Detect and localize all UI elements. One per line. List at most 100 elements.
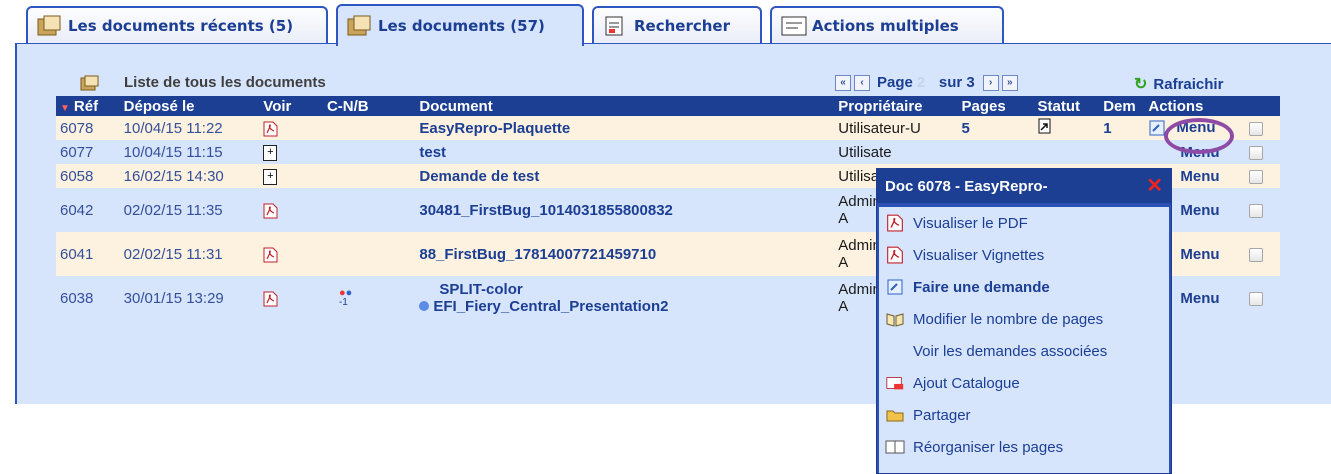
row-owner: Utilisateur-U [834, 116, 958, 140]
row-date: 10/04/15 11:15 [119, 140, 260, 164]
row-ref: 6058 [56, 164, 120, 188]
document-icon[interactable]: + [263, 168, 278, 185]
row-checkbox[interactable] [1249, 145, 1263, 160]
document-link[interactable]: SPLIT-color EFI_Fiery_Central_Presentati… [415, 276, 835, 320]
book-icon [886, 313, 904, 327]
tab-search[interactable]: Rechercher [592, 6, 762, 44]
col-select [1245, 96, 1280, 116]
pdf-icon[interactable] [263, 121, 278, 137]
document-link[interactable]: EasyRepro-Plaquette [415, 116, 835, 140]
pdf-icon[interactable] [263, 291, 278, 307]
pdf-icon [887, 246, 903, 264]
menu-link[interactable]: Menu [1180, 168, 1219, 185]
menu-item-related-requests[interactable]: Voir les demandes associées [879, 335, 1169, 367]
col-dem[interactable]: Dem [1099, 96, 1145, 116]
row-pages[interactable]: 5 [957, 116, 1034, 140]
color-dots-icon: ●● [338, 287, 353, 299]
blank-icon [885, 342, 905, 360]
col-date[interactable]: Déposé le [119, 96, 260, 116]
reorder-pages-icon [885, 440, 905, 454]
view-cell [259, 116, 323, 140]
document-link[interactable]: Demande de test [415, 164, 835, 188]
document-line-2: EFI_Fiery_Central_Presentation2 [419, 298, 830, 315]
close-icon[interactable]: ✕ [1146, 173, 1163, 198]
menu-item-view-pdf[interactable]: Visualiser le PDF [879, 207, 1169, 239]
refresh-button[interactable]: ↻ Rafraichir [1134, 74, 1223, 94]
menu-item-label: Réorganiser les pages [913, 438, 1064, 456]
menu-item-edit-page-count[interactable]: Modifier le nombre de pages [879, 303, 1169, 335]
document-link[interactable]: test [415, 140, 835, 164]
page-total: sur 3 [938, 74, 975, 91]
request-icon [887, 279, 903, 295]
dem-cell [1099, 140, 1145, 164]
next-page-button[interactable]: › [982, 74, 999, 91]
view-cell: + [259, 140, 323, 164]
document-icon[interactable]: + [263, 144, 278, 161]
row-checkbox[interactable] [1249, 247, 1263, 262]
folder-icon [886, 410, 904, 422]
status-doc-icon [1038, 118, 1050, 134]
row-checkbox[interactable] [1249, 169, 1263, 184]
col-document[interactable]: Document [415, 96, 835, 116]
document-context-menu: Doc 6078 - EasyRepro- ✕ Visualiser le PD… [876, 168, 1172, 474]
last-page-button[interactable]: » [1001, 74, 1018, 91]
menu-item-share[interactable]: Partager [879, 399, 1169, 431]
row-ref: 6078 [56, 116, 120, 140]
documents-recent-icon [36, 15, 62, 37]
menu-item-view-thumbnails[interactable]: Visualiser Vignettes [879, 239, 1169, 271]
select-cell [1245, 232, 1280, 276]
tab-recent-documents[interactable]: Les documents récents (5) [26, 6, 328, 44]
row-ref: 6038 [56, 276, 120, 320]
select-cell [1245, 188, 1280, 232]
cnb-cell [322, 116, 416, 140]
tab-multiple-actions[interactable]: Actions multiples [770, 6, 1004, 44]
col-owner[interactable]: Propriétaire [834, 96, 958, 116]
menu-link[interactable]: Menu [1180, 202, 1219, 219]
table-row[interactable]: 6078 10/04/15 11:22 EasyRepro-Plaquette … [56, 116, 1280, 140]
col-status[interactable]: Statut [1033, 96, 1100, 116]
pdf-icon[interactable] [263, 203, 278, 219]
cnb-cell [322, 188, 416, 232]
row-checkbox[interactable] [1249, 291, 1263, 306]
row-ref: 6041 [56, 232, 120, 276]
menu-item-label: Ajout Catalogue [913, 374, 1020, 392]
menu-item-label: Visualiser le PDF [913, 214, 1028, 232]
col-pages[interactable]: Pages [957, 96, 1034, 116]
pdf-icon [887, 214, 903, 232]
row-date: 02/02/15 11:31 [119, 232, 260, 276]
prev-page-button[interactable]: ‹ [854, 74, 870, 91]
row-date: 02/02/15 11:35 [119, 188, 260, 232]
tab-label: Rechercher [634, 17, 731, 35]
row-dem[interactable]: 1 [1099, 116, 1145, 140]
info-icon [419, 301, 430, 311]
menu-item-reorder-pages[interactable]: Réorganiser les pages [879, 431, 1169, 463]
menu-item-make-request[interactable]: Faire une demande [879, 271, 1169, 303]
col-voir: Voir [259, 96, 323, 116]
tab-label: Les documents récents (5) [68, 17, 294, 35]
select-cell [1245, 276, 1280, 320]
refresh-label: Rafraichir [1153, 75, 1224, 93]
documents-icon [346, 15, 372, 37]
menu-link[interactable]: Menu [1180, 290, 1219, 307]
menu-item-add-catalogue[interactable]: Ajout Catalogue [879, 367, 1169, 399]
list-caption: Liste de tous les documents [80, 74, 326, 91]
row-ref: 6042 [56, 188, 120, 232]
row-ref: 6077 [56, 140, 120, 164]
row-checkbox[interactable] [1249, 203, 1263, 218]
menu-link[interactable]: Menu [1180, 246, 1219, 263]
list-title: Liste de tous les documents [124, 74, 326, 91]
row-checkbox[interactable] [1249, 121, 1263, 136]
tab-label: Actions multiples [812, 17, 959, 35]
refresh-icon: ↻ [1134, 76, 1148, 93]
col-ref[interactable]: ▼ Réf [56, 96, 120, 116]
current-page-input[interactable]: 2 [917, 74, 929, 91]
first-page-button[interactable]: « [835, 74, 851, 91]
view-cell [259, 232, 323, 276]
tab-documents[interactable]: Les documents (57) [336, 4, 584, 46]
col-cnb: C-N/B [322, 96, 416, 116]
pdf-icon[interactable] [263, 247, 278, 263]
table-row[interactable]: 6077 10/04/15 11:15 + test Utilisate Men… [56, 140, 1280, 164]
document-link[interactable]: 30481_FirstBug_1014031855800832 [415, 188, 835, 232]
select-cell [1245, 116, 1280, 140]
document-link[interactable]: 88_FirstBug_17814007721459710 [415, 232, 835, 276]
